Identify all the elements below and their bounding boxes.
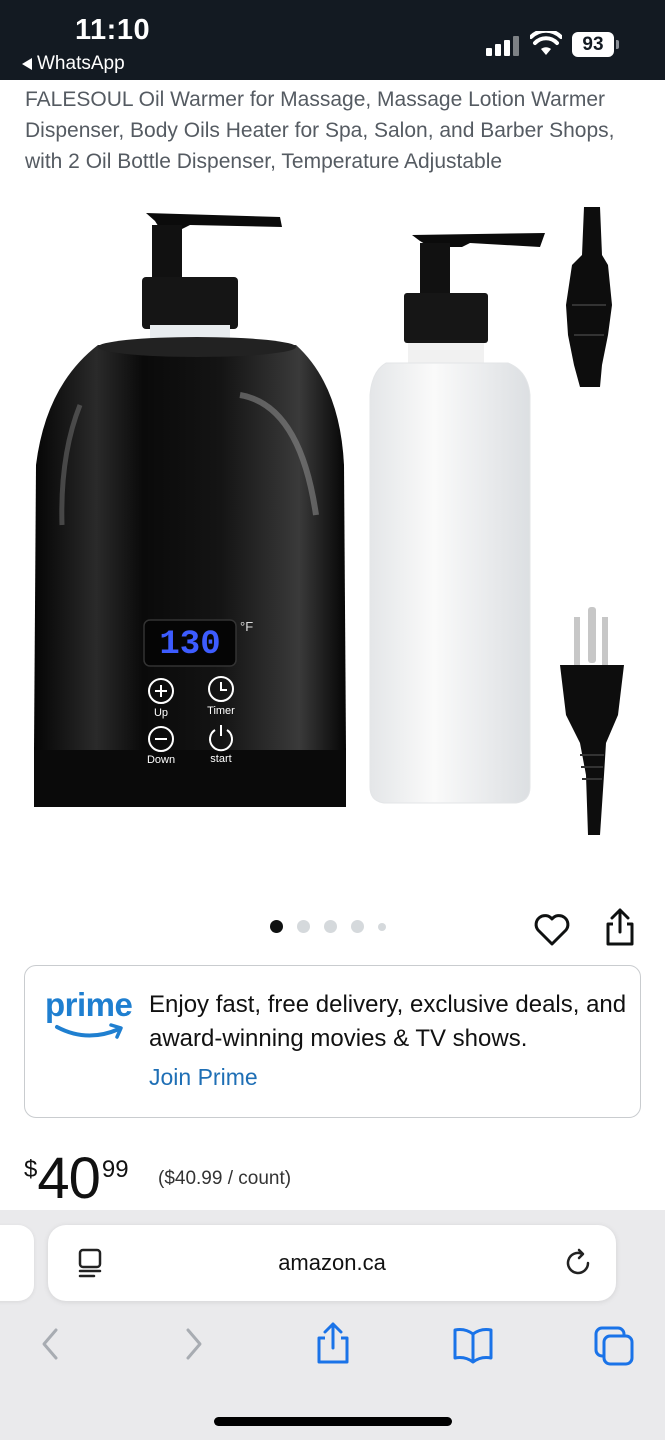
prime-promo-card[interactable]: prime Enjoy fast, free delivery, exclusi…	[24, 965, 641, 1118]
start-button-label: start	[210, 753, 231, 765]
price-fraction: 99	[101, 1156, 129, 1183]
back-icon[interactable]	[28, 1318, 72, 1370]
carousel-dot[interactable]	[324, 920, 337, 933]
prime-smile-icon	[55, 1023, 123, 1039]
back-app-label: WhatsApp	[37, 53, 125, 74]
carousel-dot[interactable]	[351, 920, 364, 933]
price: $ 40 99	[24, 1148, 129, 1210]
heart-icon[interactable]	[532, 910, 572, 950]
warmer-display-value: 130	[159, 626, 220, 664]
reload-icon[interactable]	[562, 1247, 594, 1279]
browser-toolbar	[0, 1318, 665, 1374]
carousel-dot[interactable]	[297, 920, 310, 933]
previous-tab-preview[interactable]	[0, 1225, 34, 1301]
product-image[interactable]: 130 °F Up Timer Down start	[0, 195, 665, 855]
back-triangle-icon	[22, 58, 32, 70]
join-prime-link[interactable]: Join Prime	[149, 1064, 258, 1091]
tabs-icon[interactable]	[592, 1318, 636, 1370]
forward-icon[interactable]	[172, 1318, 216, 1370]
timer-button-label: Timer	[207, 705, 235, 717]
down-button-label: Down	[147, 754, 175, 766]
status-time: 11:10	[75, 14, 151, 46]
image-carousel-dots[interactable]	[270, 920, 386, 933]
warmer-display-unit: °F	[240, 619, 253, 634]
wifi-icon	[530, 31, 562, 55]
back-to-app-button[interactable]: WhatsApp	[22, 53, 125, 75]
up-button-label: Up	[154, 707, 168, 719]
home-indicator[interactable]	[214, 1417, 452, 1426]
unit-price: ($40.99 / count)	[158, 1168, 292, 1189]
price-whole: 40	[37, 1146, 101, 1211]
carousel-dot[interactable]	[270, 920, 283, 933]
battery-tip	[616, 40, 619, 49]
share-icon[interactable]	[311, 1318, 355, 1370]
status-bar: 11:10 WhatsApp 93	[0, 0, 665, 80]
share-icon[interactable]	[603, 906, 637, 948]
prime-description: Enjoy fast, free delivery, exclusive dea…	[149, 991, 627, 1052]
prime-logo: prime	[45, 986, 133, 1023]
price-currency-symbol: $	[24, 1156, 38, 1183]
url-text[interactable]: amazon.ca	[48, 1250, 616, 1276]
address-bar[interactable]: amazon.ca	[48, 1225, 616, 1301]
battery-icon: 93	[572, 32, 614, 57]
signal-icon	[486, 34, 520, 56]
carousel-dot[interactable]	[378, 922, 386, 931]
bookmarks-icon[interactable]	[451, 1318, 495, 1370]
product-title: FALESOUL Oil Warmer for Massage, Massage…	[25, 88, 615, 173]
